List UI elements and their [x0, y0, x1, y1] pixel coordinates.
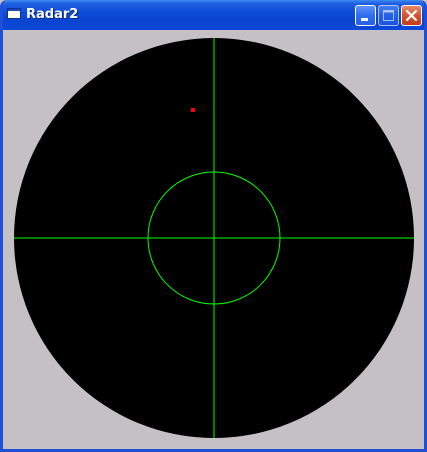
- window-icon[interactable]: [7, 8, 21, 19]
- radar-display: [14, 38, 414, 438]
- radar-blips: [191, 108, 195, 112]
- close-icon: [405, 9, 418, 22]
- minimize-button[interactable]: [355, 5, 376, 26]
- title-bar[interactable]: Radar2: [3, 0, 424, 30]
- maximize-button[interactable]: [378, 5, 399, 26]
- minimize-icon: [361, 18, 368, 21]
- radar-blip: [191, 108, 195, 112]
- window-title: Radar2: [26, 7, 79, 22]
- maximize-icon: [383, 10, 394, 21]
- client-area: [3, 30, 424, 449]
- close-button[interactable]: [401, 5, 422, 26]
- radar-window: Radar2: [0, 0, 427, 452]
